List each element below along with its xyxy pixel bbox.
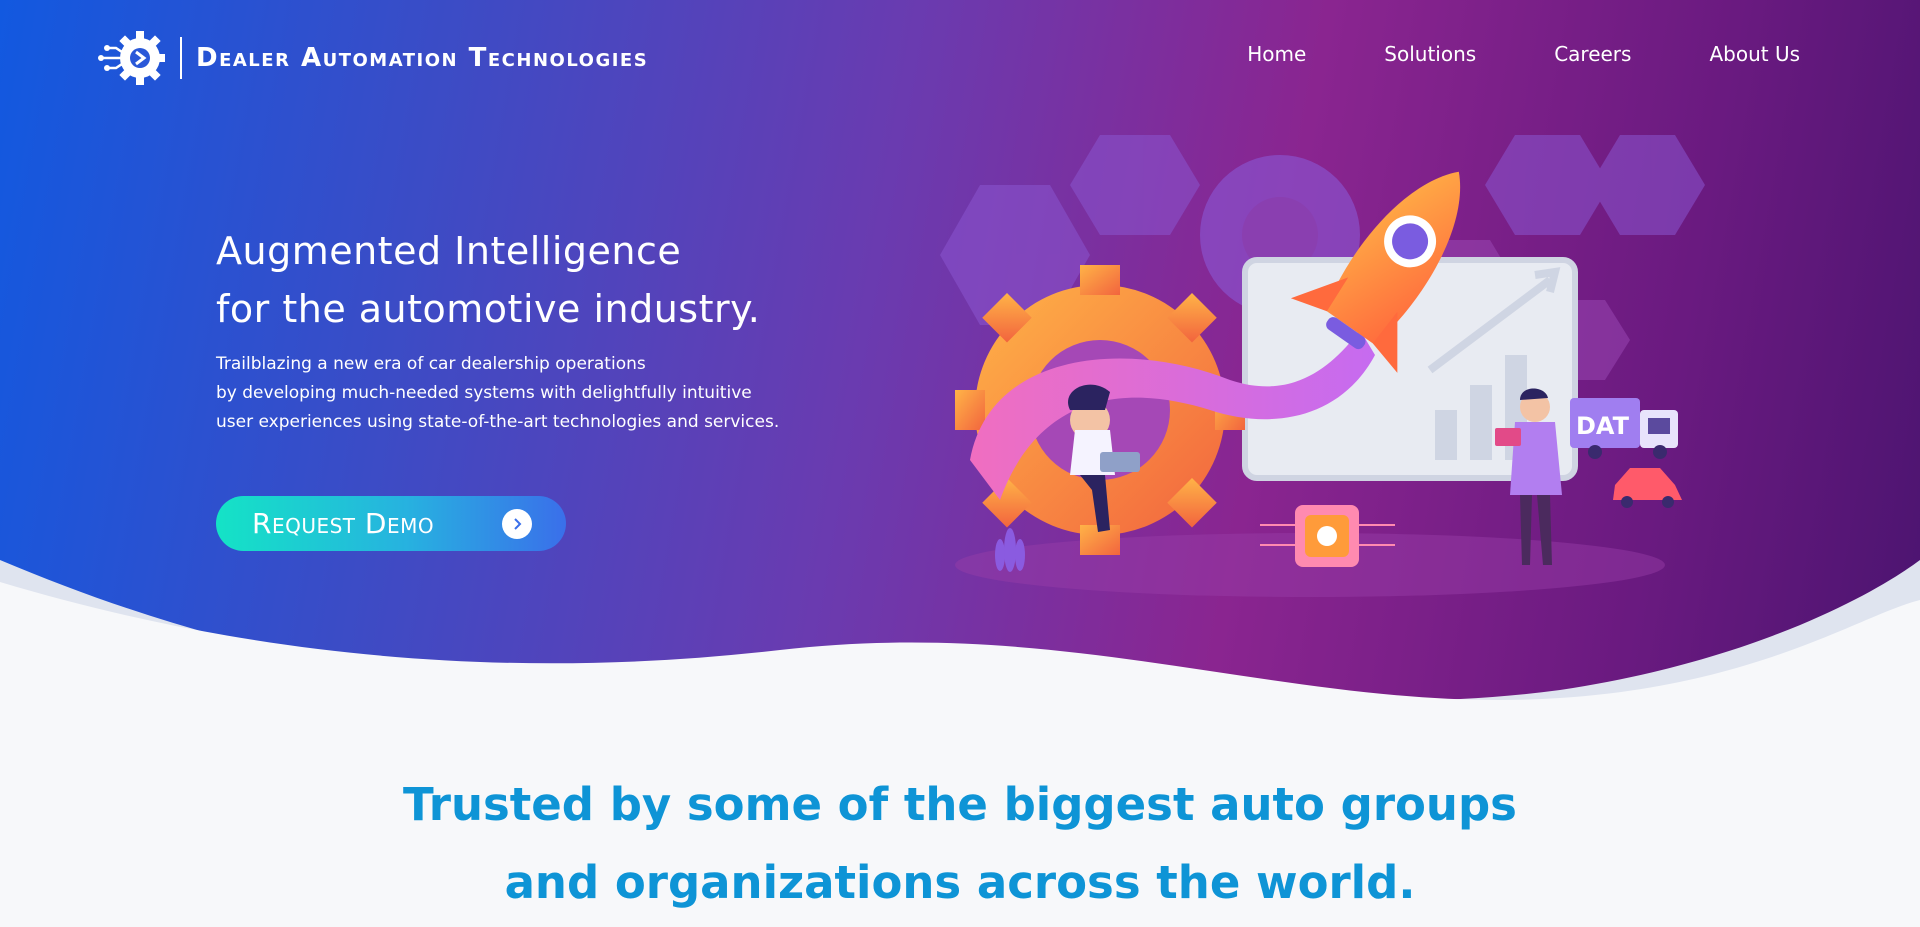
nav-careers[interactable]: Careers: [1554, 42, 1631, 66]
hero-illustration: DAT: [940, 135, 1705, 597]
hero-subtext-line-3: user experiences using state-of-the-art …: [216, 412, 780, 432]
nav-home[interactable]: Home: [1247, 42, 1306, 66]
hero-subtext-line-1: Trailblazing a new era of car dealership…: [216, 354, 646, 374]
hero-subtext-line-2: by developing much-needed systems with d…: [216, 383, 752, 403]
nav-about-us[interactable]: About Us: [1709, 42, 1800, 66]
chevron-right-icon: [502, 509, 532, 539]
brand-logo[interactable]: Dealer Automation Technologies: [96, 28, 648, 88]
truck-label: DAT: [1576, 412, 1630, 440]
logo-divider: [180, 37, 182, 79]
car-graphic: [1613, 468, 1682, 508]
trusted-heading-line-2: and organizations across the world.: [504, 856, 1416, 909]
hero-subtext: Trailblazing a new era of car dealership…: [216, 350, 779, 437]
request-demo-label: Request Demo: [252, 507, 435, 540]
trusted-heading: Trusted by some of the biggest auto grou…: [0, 766, 1920, 922]
nav-solutions[interactable]: Solutions: [1384, 42, 1476, 66]
main-nav: Home Solutions Careers About Us: [1247, 42, 1800, 66]
plant-graphic: [995, 528, 1025, 572]
gear-circuit-logo-icon: [98, 31, 165, 85]
hero-headline: Augmented Intelligence for the automotiv…: [216, 222, 760, 338]
hero-headline-line-1: Augmented Intelligence: [216, 229, 682, 273]
truck-graphic: DAT: [1570, 398, 1678, 459]
request-demo-button[interactable]: Request Demo: [216, 496, 566, 551]
brand-name: Dealer Automation Technologies: [196, 43, 649, 73]
trusted-heading-line-1: Trusted by some of the biggest auto grou…: [403, 778, 1517, 831]
hero-headline-line-2: for the automotive industry.: [216, 287, 761, 331]
